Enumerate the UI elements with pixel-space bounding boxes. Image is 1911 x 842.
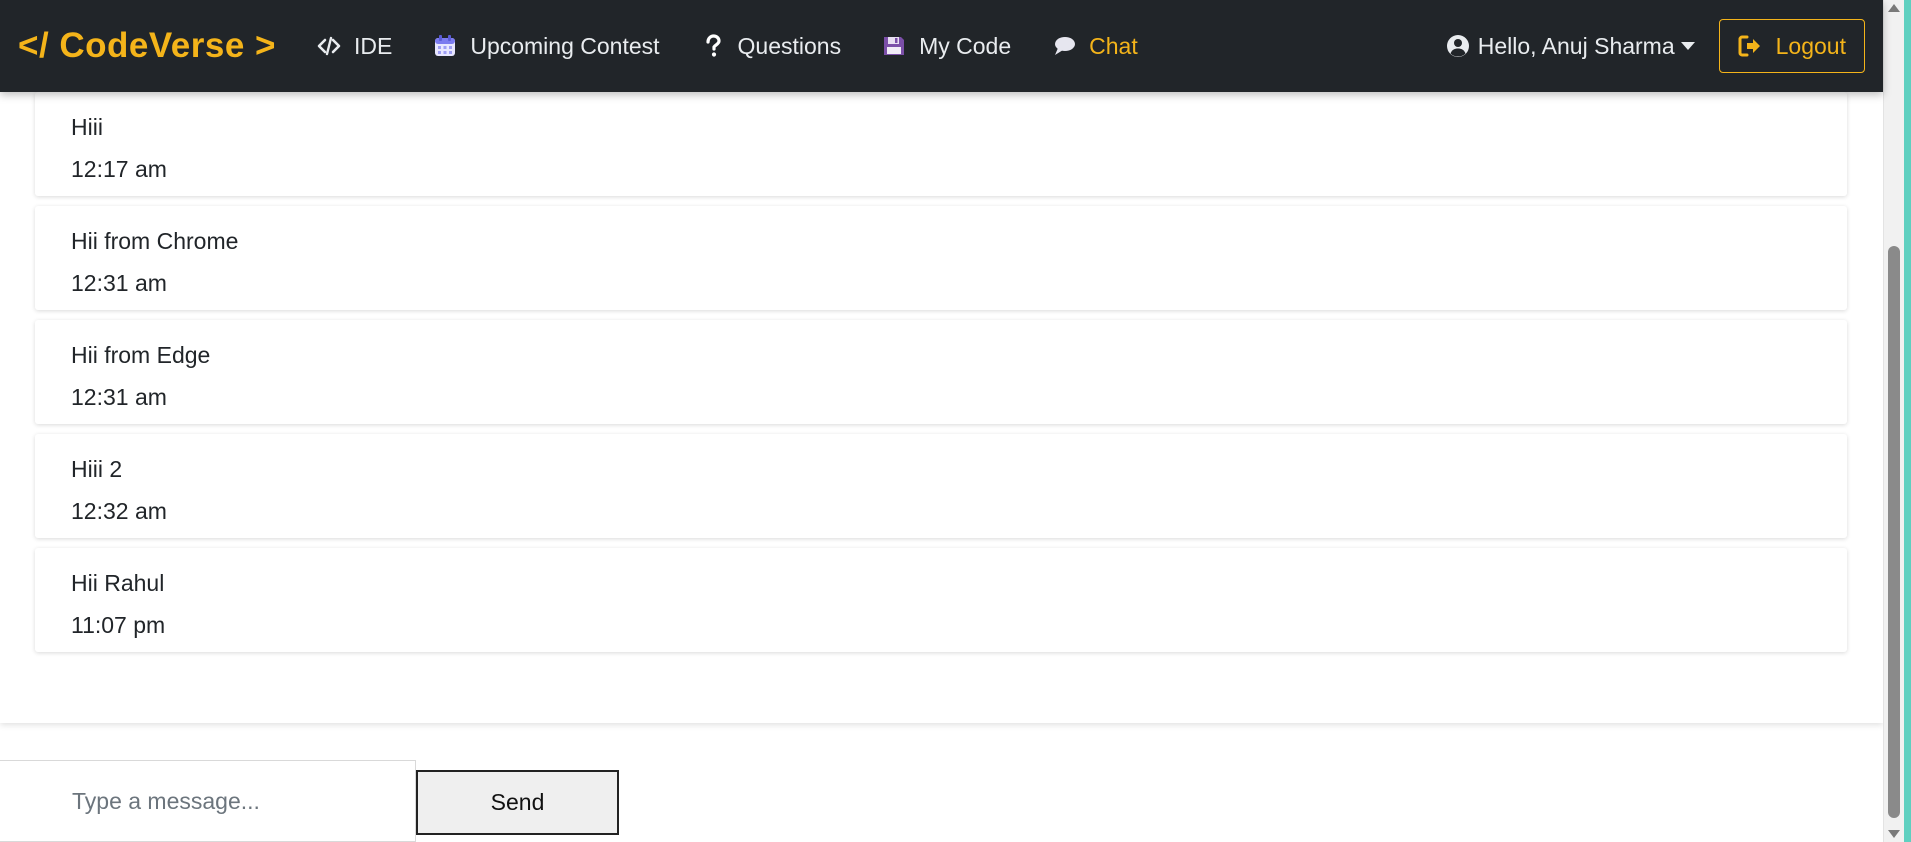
message-time: 11:07 pm [71, 612, 166, 638]
floppy-disk-icon [881, 33, 907, 59]
logout-label: Logout [1775, 32, 1846, 59]
nav-item-upcoming-contest[interactable]: Upcoming Contest [432, 32, 660, 60]
calendar-icon [432, 33, 458, 59]
message-card: Hiii 2 12:32 am [35, 434, 1847, 538]
chat-panel: Hiii 12:17 am Hii from Chrome 12:31 am H… [0, 0, 1883, 723]
brand-logo[interactable]: </ CodeVerse > [18, 26, 276, 66]
user-dropdown[interactable]: Hello, Anuj Sharma [1446, 33, 1695, 60]
message-input[interactable] [0, 760, 416, 842]
nav-item-my-code[interactable]: My Code [881, 33, 1011, 60]
scroll-down-arrow-icon[interactable] [1888, 830, 1900, 838]
message-composer: Send [0, 760, 640, 842]
user-circle-icon [1446, 34, 1470, 58]
chat-bubble-icon [1051, 33, 1077, 59]
nav-item-chat[interactable]: Chat [1051, 33, 1138, 60]
scrollbar-thumb[interactable] [1888, 246, 1900, 818]
send-button[interactable]: Send [416, 770, 619, 835]
nav-item-label: Chat [1089, 32, 1138, 59]
nav-item-ide[interactable]: IDE [316, 33, 392, 60]
scroll-up-arrow-icon[interactable] [1888, 4, 1900, 12]
message-text: Hii from Edge [71, 342, 211, 368]
user-greeting: Hello, Anuj Sharma [1477, 32, 1675, 59]
message-time: 12:17 am [71, 156, 167, 182]
message-card: Hii from Edge 12:31 am [35, 320, 1847, 424]
message-text: Hiii [71, 114, 103, 140]
question-icon [700, 33, 726, 59]
nav-item-label: IDE [353, 32, 393, 59]
message-card: Hiii 12:17 am [35, 92, 1847, 196]
logout-icon [1738, 34, 1762, 58]
message-card: Hii Rahul 11:07 pm [35, 548, 1847, 652]
nav-item-label: Upcoming Contest [470, 32, 660, 59]
nav-item-label: My Code [919, 32, 1012, 59]
chevron-down-icon [1680, 42, 1695, 50]
message-time: 12:31 am [71, 270, 167, 296]
navbar-right: Hello, Anuj Sharma Logout [1446, 19, 1883, 73]
message-text: Hii Rahul [71, 570, 165, 596]
top-navbar: </ CodeVerse > IDE Upcoming Contest Ques… [0, 0, 1883, 92]
nav-item-questions[interactable]: Questions [700, 32, 842, 60]
message-text: Hiii 2 [71, 456, 123, 482]
message-time: 12:31 am [71, 384, 167, 410]
vertical-scrollbar[interactable] [1883, 0, 1904, 842]
message-card: Hii from Chrome 12:31 am [35, 206, 1847, 310]
logout-button[interactable]: Logout [1718, 19, 1865, 73]
message-text: Hii from Chrome [71, 228, 239, 254]
code-icon [316, 33, 342, 59]
nav-item-label: Questions [737, 32, 842, 59]
message-time: 12:32 am [71, 498, 167, 524]
message-list: Hiii 12:17 am Hii from Chrome 12:31 am H… [35, 92, 1847, 662]
